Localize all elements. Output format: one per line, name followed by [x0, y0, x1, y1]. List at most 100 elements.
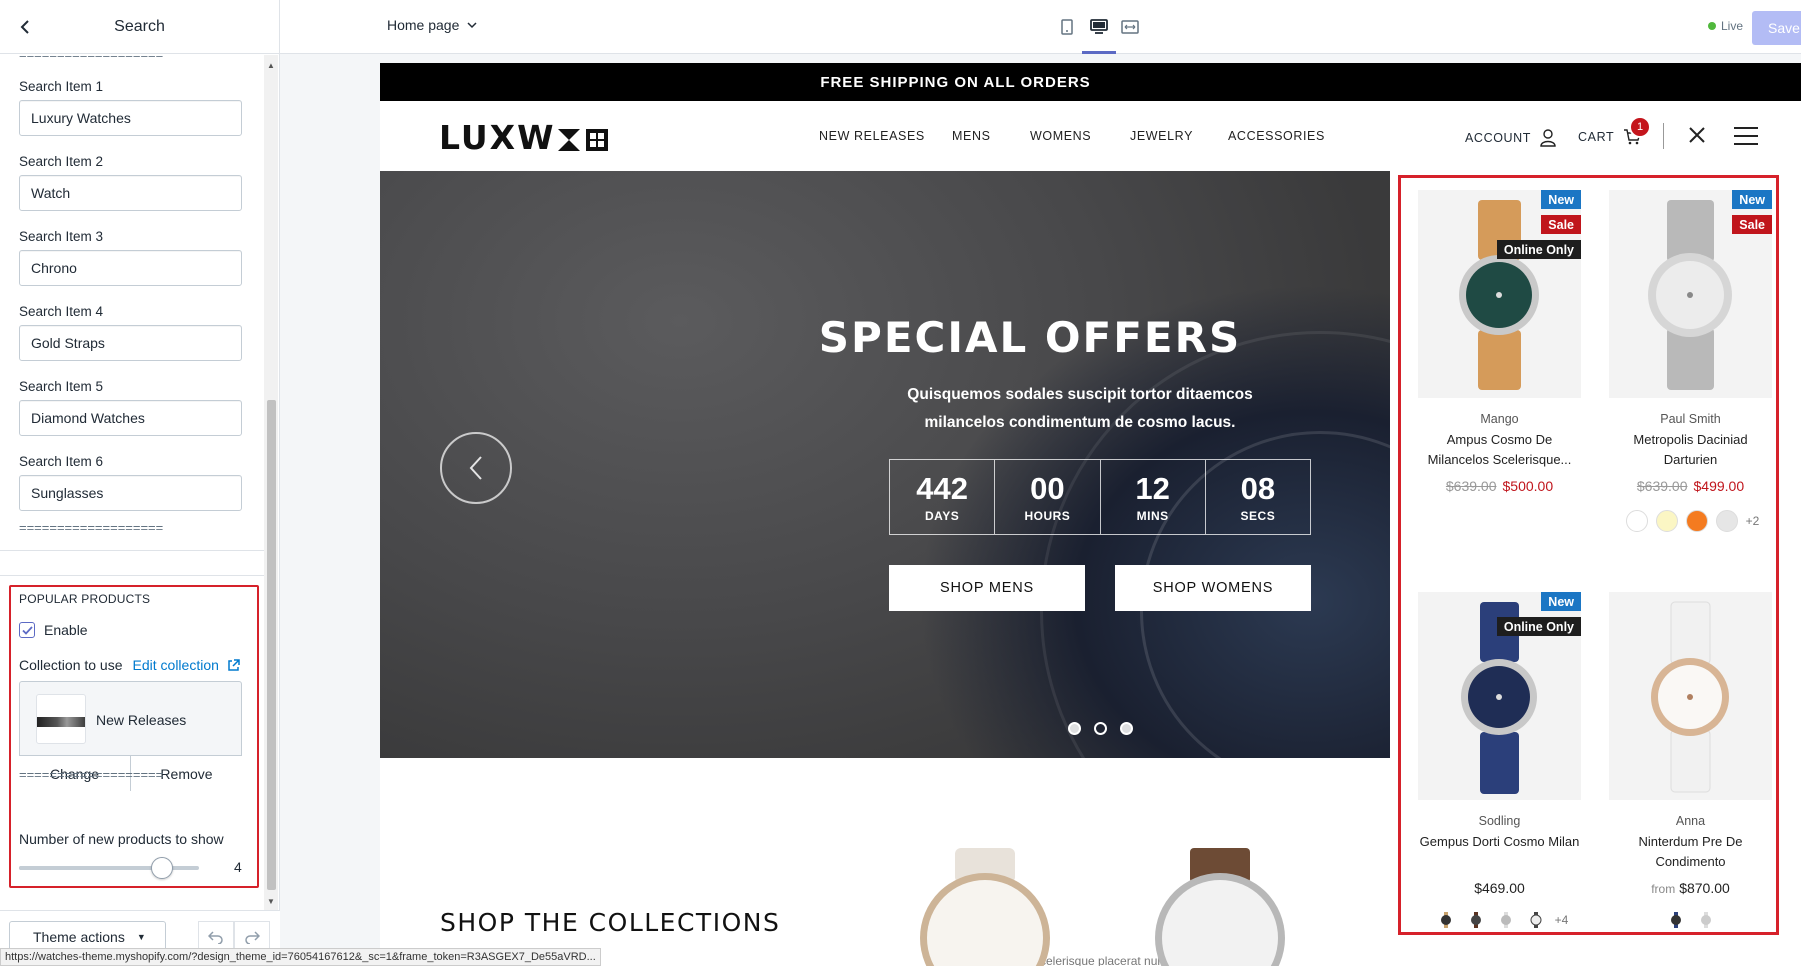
product-title[interactable]: Ninterdum Pre De Condimento [1609, 832, 1772, 872]
product-title[interactable]: Ampus Cosmo De Milancelos Scelerisque... [1418, 430, 1581, 470]
edit-collection-link[interactable]: Edit collection [133, 657, 219, 673]
search-item-6: Search Item 6 Sunglasses [19, 454, 242, 511]
section-divider [0, 550, 264, 551]
search-item-2: Search Item 2 Watch [19, 154, 242, 211]
online-only-badge: Online Only [1496, 240, 1581, 259]
close-icon[interactable] [1685, 123, 1709, 147]
page-selector-label: Home page [387, 17, 460, 33]
variant-thumb[interactable] [1528, 912, 1544, 928]
hero-title: SPECIAL OFFERS [818, 313, 1242, 362]
price-value: $870.00 [1679, 880, 1730, 896]
product-vendor: Paul Smith [1660, 412, 1721, 426]
external-link-icon[interactable] [227, 658, 240, 672]
announcement-text: FREE SHIPPING ON ALL ORDERS [820, 73, 1091, 91]
search-item-1-input[interactable]: Luxury Watches [19, 100, 242, 136]
slide-dot[interactable] [1068, 722, 1081, 735]
more-swatches-count[interactable]: +2 [1746, 514, 1760, 528]
nav-jewelry[interactable]: JEWELRY [1130, 129, 1193, 143]
collection-watch-image[interactable] [900, 848, 1070, 966]
variant-thumb[interactable] [1498, 912, 1514, 928]
user-icon [1540, 129, 1556, 147]
collection-watch-image[interactable] [1135, 848, 1305, 966]
product-vendor: Mango [1480, 412, 1519, 426]
storefront-preview: FREE SHIPPING ON ALL ORDERS LUXW NEW REL… [380, 63, 1801, 966]
countdown-timer: 442 DAYS 00 HOURS 12 MINS 08 SECS [889, 459, 1311, 535]
countdown-hours: 00 HOURS [994, 460, 1099, 534]
search-item-5-input[interactable]: Diamond Watches [19, 400, 242, 436]
online-only-badge: Online Only [1496, 617, 1581, 636]
price-from-label: from [1651, 882, 1676, 896]
sidebar-scrollbar[interactable]: ▲ ▼ [264, 55, 278, 910]
search-item-1: Search Item 1 Luxury Watches [19, 79, 242, 136]
product-count-value: 4 [234, 859, 242, 875]
watch-image [1651, 601, 1729, 793]
countdown-label: HOURS [1024, 508, 1071, 523]
menu-icon[interactable] [1733, 126, 1759, 146]
slide-prev-button[interactable] [440, 432, 512, 504]
enable-checkbox[interactable] [19, 622, 35, 638]
watch-variant-thumbnails [1609, 912, 1772, 928]
color-swatch[interactable] [1715, 510, 1738, 532]
variant-thumb[interactable] [1438, 912, 1454, 928]
separator-text: =================== [19, 767, 164, 782]
search-item-4-input[interactable]: Gold Straps [19, 325, 242, 361]
product-title[interactable]: Gempus Dorti Cosmo Milan [1418, 832, 1581, 852]
chevron-down-icon [467, 22, 477, 29]
search-item-2-input[interactable]: Watch [19, 175, 242, 211]
shop-mens-button[interactable]: SHOP MENS [889, 565, 1085, 611]
expand-icon [1121, 20, 1139, 34]
separator-text: =================== [0, 55, 163, 62]
hero-slideshow: SPECIAL OFFERS Quisquemos sodales suscip… [380, 171, 1390, 758]
search-item-4: Search Item 4 Gold Straps [19, 304, 242, 361]
product-count-label: Number of new products to show [19, 831, 224, 847]
shop-womens-button[interactable]: SHOP WOMENS [1115, 565, 1311, 611]
field-label: Search Item 4 [19, 304, 104, 319]
nav-accessories[interactable]: ACCESSORIES [1228, 129, 1325, 143]
color-swatch[interactable] [1625, 510, 1648, 532]
scrollbar-thumb[interactable] [267, 400, 276, 890]
new-badge: New [1732, 190, 1772, 209]
nav-new-releases[interactable]: NEW RELEASES [819, 129, 925, 143]
theme-actions-label: Theme actions [33, 929, 125, 945]
variant-thumb[interactable] [1698, 912, 1714, 928]
scroll-up-arrow[interactable]: ▲ [267, 61, 275, 70]
scroll-down-arrow[interactable]: ▼ [267, 897, 275, 906]
variant-thumb[interactable] [1468, 912, 1484, 928]
account-label: ACCOUNT [1465, 131, 1532, 145]
nav-mens[interactable]: MENS [952, 129, 991, 143]
sidebar-title: Search [114, 17, 165, 35]
enable-checkbox-row[interactable]: Enable [19, 622, 88, 638]
mobile-view-button[interactable] [1054, 14, 1080, 40]
more-variants-count[interactable]: +4 [1555, 913, 1569, 927]
desktop-view-button[interactable] [1086, 14, 1112, 40]
product-image[interactable] [1609, 592, 1772, 800]
checkmark-icon [21, 625, 33, 635]
account-link[interactable]: ACCOUNT [1465, 129, 1556, 147]
live-dot-icon [1708, 22, 1716, 30]
search-item-6-input[interactable]: Sunglasses [19, 475, 242, 511]
slider-handle[interactable] [151, 857, 173, 879]
sale-price: $499.00 [1693, 478, 1745, 494]
fullscreen-view-button[interactable] [1117, 14, 1143, 40]
field-label: Search Item 6 [19, 454, 104, 469]
search-item-3-input[interactable]: Chrono [19, 250, 242, 286]
countdown-days: 442 DAYS [890, 460, 994, 534]
page-selector[interactable]: Home page [387, 17, 477, 33]
variant-thumb[interactable] [1668, 912, 1684, 928]
product-title[interactable]: Metropolis Daciniad Darturien [1609, 430, 1772, 470]
countdown-mins: 12 MINS [1099, 460, 1205, 534]
store-logo[interactable]: LUXW [439, 118, 610, 157]
product-price: $639.00 $500.00 [1418, 478, 1581, 494]
live-status: Live [1708, 19, 1743, 33]
sale-badge: Sale [1732, 215, 1772, 234]
save-button[interactable]: Save [1752, 11, 1801, 45]
slide-dot[interactable] [1120, 722, 1133, 735]
nav-womens[interactable]: WOMENS [1030, 129, 1091, 143]
editor-topbar: Home page Live Save [280, 0, 1801, 54]
color-swatch[interactable] [1685, 510, 1708, 532]
color-swatch[interactable] [1655, 510, 1678, 532]
search-item-5: Search Item 5 Diamond Watches [19, 379, 242, 436]
slide-dot[interactable] [1094, 722, 1107, 735]
back-button[interactable] [12, 14, 38, 40]
collection-name: New Releases [96, 712, 187, 728]
